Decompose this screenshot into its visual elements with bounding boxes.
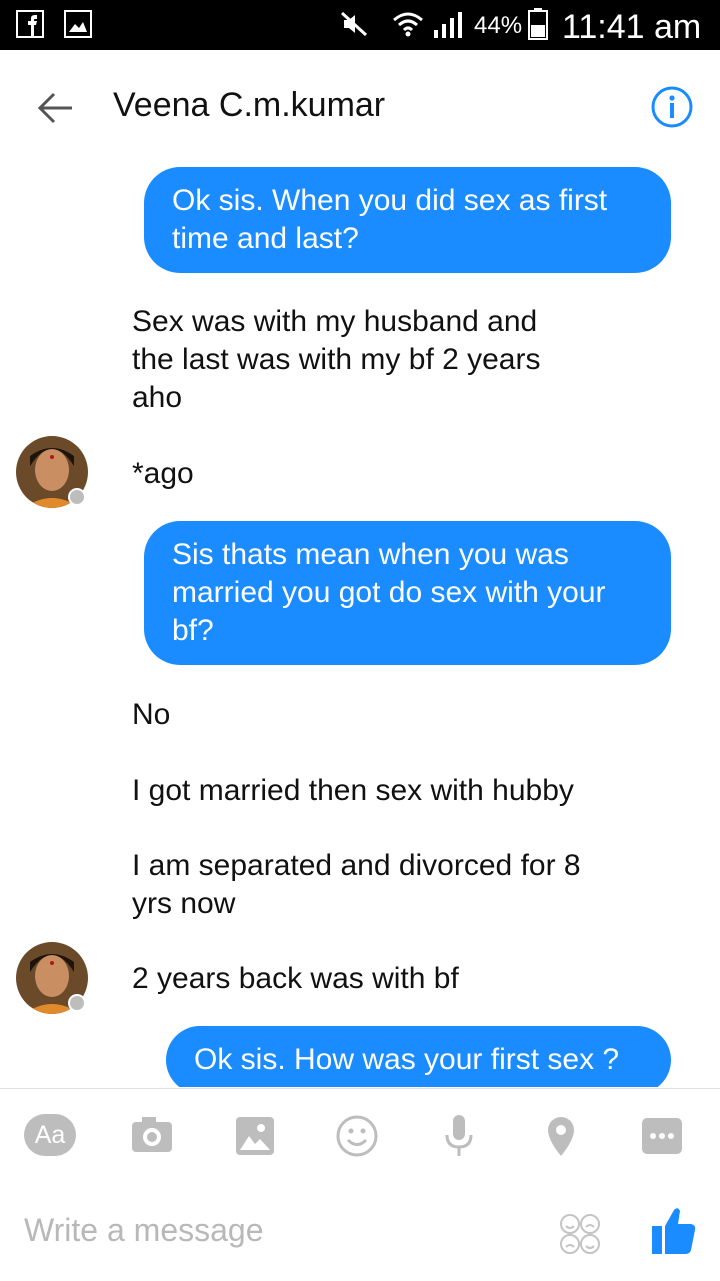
outgoing-message[interactable]: Ok sis. How was your first sex ? (166, 1026, 671, 1087)
contact-avatar[interactable] (16, 436, 88, 508)
incoming-message[interactable]: I am separated and divorced for 8 yrs no… (132, 847, 602, 923)
status-bar: 44% 11:41 am (0, 0, 720, 50)
more-icon[interactable] (634, 1114, 690, 1158)
incoming-message[interactable]: I got married then sex with hubby (132, 772, 574, 810)
sticker-icon[interactable] (558, 1212, 602, 1256)
incoming-message[interactable]: Sex was with my husband and the last was… (132, 303, 582, 417)
signal-icon (434, 12, 462, 38)
contact-avatar[interactable] (16, 942, 88, 1014)
emoji-icon[interactable] (329, 1114, 385, 1158)
gallery-notification-icon (64, 10, 92, 38)
message-list[interactable]: Ok sis. When you did sex as first time a… (0, 165, 720, 1087)
wifi-icon (393, 12, 423, 37)
clock: 11:41 am (562, 8, 702, 46)
back-arrow-icon[interactable] (36, 88, 76, 128)
outgoing-message[interactable]: Sis thats mean when you was married you … (144, 521, 671, 665)
mute-icon (340, 11, 368, 37)
contact-name[interactable]: Veena C.m.kumar (113, 86, 385, 125)
info-icon[interactable] (650, 85, 694, 129)
outgoing-message[interactable]: Ok sis. When you did sex as first time a… (144, 167, 671, 273)
text-mode-label: Aa (34, 1121, 66, 1149)
incoming-message[interactable]: *ago (132, 455, 194, 493)
location-icon[interactable] (533, 1114, 589, 1158)
camera-icon[interactable] (124, 1114, 180, 1158)
battery-icon (528, 8, 548, 40)
battery-percent: 44% (474, 12, 523, 39)
text-mode-button[interactable]: Aa (24, 1114, 76, 1156)
image-icon[interactable] (227, 1114, 283, 1158)
like-icon[interactable] (650, 1206, 696, 1256)
incoming-message[interactable]: 2 years back was with bf (132, 960, 459, 998)
message-input[interactable]: Write a message (24, 1212, 524, 1249)
facebook-notification-icon (16, 10, 44, 38)
microphone-icon[interactable] (431, 1114, 487, 1158)
incoming-message[interactable]: No (132, 696, 170, 734)
